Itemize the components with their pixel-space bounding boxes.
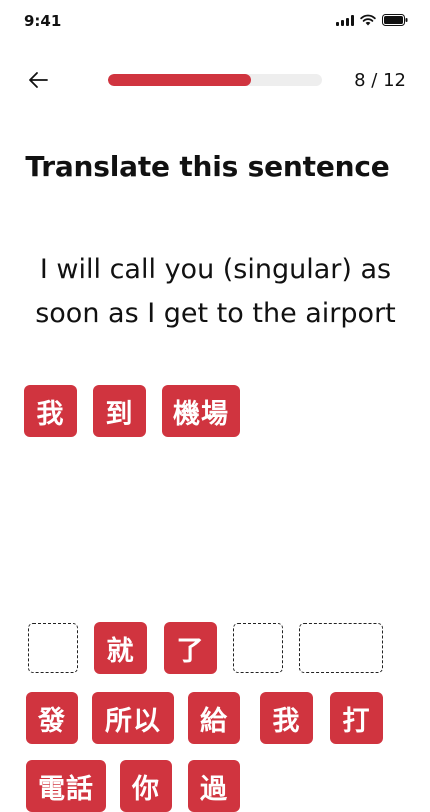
arrow-left-icon <box>29 72 48 88</box>
progress-counter: 8 / 12 <box>354 70 406 91</box>
empty-word-slot[interactable] <box>233 623 283 673</box>
source-sentence: I will call you (singular) as soon as I … <box>35 254 396 329</box>
word-tile[interactable]: 了 <box>164 622 217 674</box>
answer-tile[interactable]: 到 <box>93 385 146 437</box>
back-button[interactable] <box>24 66 52 94</box>
word-tile[interactable]: 過 <box>188 760 240 812</box>
status-time: 9:41 <box>24 12 62 30</box>
word-tile[interactable]: 所以 <box>92 692 174 744</box>
wifi-icon <box>360 14 376 26</box>
battery-icon <box>382 14 408 26</box>
signal-icon <box>336 15 354 26</box>
word-tile[interactable]: 就 <box>94 622 147 674</box>
instruction-title: Translate this sentence <box>25 150 390 183</box>
status-icons <box>336 14 408 26</box>
word-tile[interactable]: 電話 <box>26 760 106 812</box>
word-tile[interactable]: 給 <box>188 692 240 744</box>
progress-bar <box>108 74 322 86</box>
word-tile[interactable]: 打 <box>330 692 383 744</box>
word-tile[interactable]: 發 <box>26 692 78 744</box>
answer-tile[interactable]: 我 <box>24 385 77 437</box>
word-tile[interactable]: 你 <box>120 760 172 812</box>
empty-word-slot[interactable] <box>28 623 78 673</box>
status-bar: 9:41 <box>0 0 430 40</box>
empty-word-slot[interactable] <box>299 623 383 673</box>
answer-tile[interactable]: 機場 <box>162 385 240 437</box>
progress-fill <box>108 74 251 86</box>
word-tile[interactable]: 我 <box>260 692 313 744</box>
